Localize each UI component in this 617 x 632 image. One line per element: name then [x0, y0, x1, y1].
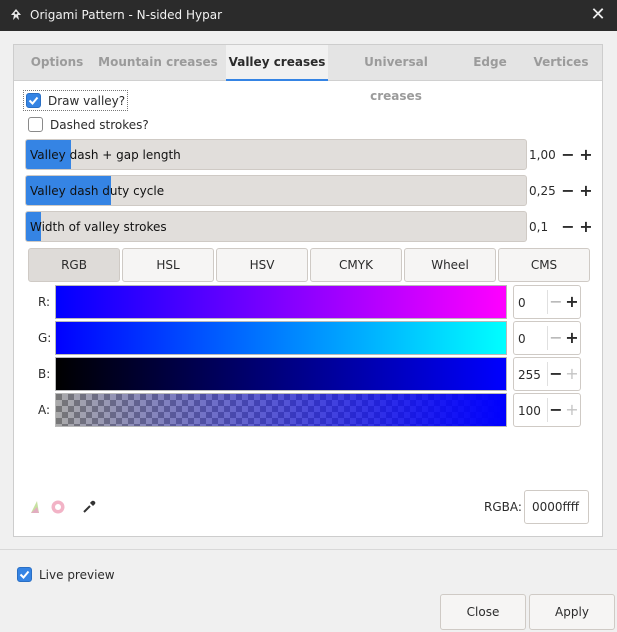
- close-button[interactable]: Close: [440, 594, 526, 630]
- dashed-strokes-label: Dashed strokes?: [50, 117, 149, 132]
- valley-stroke-width-value: 0,1: [529, 220, 549, 234]
- channel-b-label: B:: [38, 367, 51, 381]
- live-preview-label: Live preview: [39, 567, 115, 582]
- increment-icon[interactable]: +: [579, 183, 593, 199]
- window-title: Origami Pattern - N-sided Hypar: [30, 8, 223, 22]
- draw-valley-checkbox[interactable]: Draw valley?: [22, 90, 129, 111]
- decrement-icon[interactable]: −: [561, 147, 575, 163]
- tab-options[interactable]: Options: [22, 45, 92, 81]
- title-bar: Origami Pattern - N-sided Hypar ✕: [0, 0, 617, 31]
- channel-a-slider[interactable]: [55, 393, 507, 427]
- channel-a-value: 100: [518, 404, 541, 418]
- channel-r-spinbox[interactable]: 0 − +: [513, 285, 581, 319]
- tab-mountain-creases[interactable]: Mountain creases: [98, 45, 218, 81]
- decrement-icon[interactable]: −: [549, 366, 563, 382]
- rgba-label: RGBA:: [484, 500, 522, 514]
- increment-icon[interactable]: +: [565, 402, 579, 418]
- valley-stroke-width-slider[interactable]: Width of valley strokes: [25, 211, 527, 242]
- increment-icon[interactable]: +: [579, 219, 593, 235]
- color-mode-hsl[interactable]: HSL: [122, 248, 214, 282]
- checkbox-checked-icon: [17, 567, 32, 582]
- valley-duty-cycle-slider[interactable]: Valley dash duty cycle: [25, 175, 527, 206]
- channel-b-spinbox[interactable]: 255 − +: [513, 357, 581, 391]
- checkbox-unchecked-icon: [28, 117, 43, 132]
- channel-b-slider[interactable]: [55, 357, 507, 391]
- divider: [0, 549, 617, 550]
- channel-a-spinbox[interactable]: 100 − +: [513, 393, 581, 427]
- tab-edge[interactable]: Edge: [466, 45, 514, 81]
- dashed-strokes-checkbox[interactable]: Dashed strokes?: [28, 117, 149, 132]
- decrement-icon[interactable]: −: [561, 219, 575, 235]
- inkscape-app-icon: [11, 9, 21, 20]
- valley-dash-gap-slider[interactable]: Valley dash + gap length: [25, 139, 527, 170]
- notebook: Options Mountain creases Valley creases …: [13, 44, 603, 537]
- draw-valley-label: Draw valley?: [48, 93, 126, 108]
- channel-g-value: 0: [518, 332, 526, 346]
- decrement-icon[interactable]: −: [549, 402, 563, 418]
- tab-vertices[interactable]: Vertices: [526, 45, 596, 81]
- channel-r-label: R:: [38, 295, 51, 309]
- increment-icon[interactable]: +: [565, 366, 579, 382]
- tab-valley-creases[interactable]: Valley creases: [226, 45, 328, 81]
- close-icon[interactable]: ✕: [587, 4, 609, 26]
- color-mode-rgb[interactable]: RGB: [28, 248, 120, 282]
- slider-label: Valley dash + gap length: [30, 148, 181, 162]
- spin-divider: [547, 326, 548, 350]
- color-managed-icon[interactable]: [29, 499, 47, 515]
- channel-g-spinbox[interactable]: 0 − +: [513, 321, 581, 355]
- increment-icon[interactable]: +: [579, 147, 593, 163]
- spin-divider: [547, 362, 548, 386]
- alpha-gradient: [56, 394, 506, 426]
- slider-label: Width of valley strokes: [30, 220, 167, 234]
- spin-divider: [547, 290, 548, 314]
- increment-icon[interactable]: +: [565, 294, 579, 310]
- valley-duty-cycle-value: 0,25: [529, 184, 556, 198]
- spin-divider: [547, 398, 548, 422]
- apply-button[interactable]: Apply: [529, 594, 615, 630]
- color-mode-hsv[interactable]: HSV: [216, 248, 308, 282]
- tab-universal-creases[interactable]: Universal creases: [338, 45, 454, 103]
- increment-icon[interactable]: +: [565, 330, 579, 346]
- rgba-input[interactable]: 0000ffff: [524, 490, 589, 524]
- decrement-icon[interactable]: −: [561, 183, 575, 199]
- channel-r-slider[interactable]: [55, 285, 507, 319]
- channel-b-value: 255: [518, 368, 541, 382]
- channel-a-label: A:: [38, 403, 51, 417]
- channel-r-value: 0: [518, 296, 526, 310]
- color-mode-tabs: RGB HSL HSV CMYK Wheel CMS: [28, 248, 590, 282]
- color-mode-wheel[interactable]: Wheel: [404, 248, 496, 282]
- color-mode-cms[interactable]: CMS: [498, 248, 590, 282]
- channel-g-label: G:: [38, 331, 52, 345]
- out-of-gamut-icon[interactable]: [50, 499, 66, 515]
- decrement-icon[interactable]: −: [549, 330, 563, 346]
- color-mode-cmyk[interactable]: CMYK: [310, 248, 402, 282]
- valley-dash-gap-value: 1,00: [529, 148, 556, 162]
- checkbox-checked-icon: [26, 93, 41, 108]
- color-picker-icon[interactable]: [81, 499, 97, 515]
- slider-label: Valley dash duty cycle: [30, 184, 165, 198]
- channel-g-slider[interactable]: [55, 321, 507, 355]
- live-preview-checkbox[interactable]: Live preview: [17, 567, 115, 582]
- tab-bar: Options Mountain creases Valley creases …: [14, 45, 602, 103]
- decrement-icon[interactable]: −: [549, 294, 563, 310]
